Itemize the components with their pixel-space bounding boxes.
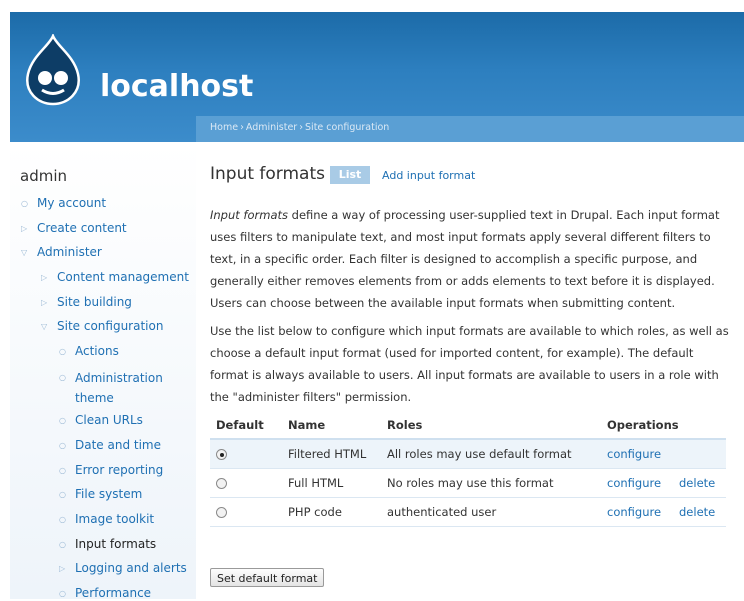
format-name: Full HTML <box>282 468 381 498</box>
default-radio-php-code[interactable] <box>216 507 227 518</box>
sidebar-item-label: Site configuration <box>57 319 164 333</box>
intro-text: define a way of processing user-supplied… <box>210 208 720 310</box>
table-header-row: Default Name Roles Operations <box>210 412 726 440</box>
leaf-bullet-icon: ○ <box>59 540 66 549</box>
sidebar-item-label: My account <box>37 196 107 210</box>
sidebar-item-error-reporting[interactable]: ○ Error reporting <box>59 463 164 478</box>
sidebar-item-administer[interactable]: ▽ Administer <box>21 245 102 260</box>
top-border <box>0 0 744 12</box>
delete-link[interactable]: delete <box>679 505 715 519</box>
delete-link[interactable]: delete <box>679 476 715 490</box>
sidebar-item-label: Performance <box>75 586 152 600</box>
tab-add-input-format[interactable]: Add input format <box>382 169 475 182</box>
leaf-bullet-icon: ○ <box>59 515 66 524</box>
operations-cell <box>673 439 726 469</box>
site-name[interactable]: localhost <box>100 69 253 104</box>
leaf-bullet-icon: ○ <box>59 441 66 450</box>
format-roles: authenticated user <box>381 497 601 527</box>
sidebar-item-file-system[interactable]: ○ File system <box>59 487 143 502</box>
column-header-name: Name <box>282 412 381 440</box>
sidebar-item-administration-theme[interactable]: ○ Administration theme <box>59 368 175 408</box>
collapsed-arrow-icon: ▷ <box>21 224 28 233</box>
sidebar-item-create-content[interactable]: ▷ Create content <box>21 221 127 236</box>
default-cell <box>210 439 282 469</box>
sidebar-item-label: Create content <box>37 221 127 235</box>
sidebar-item-label: Clean URLs <box>75 413 143 427</box>
sidebar-item-site-configuration[interactable]: ▽ Site configuration <box>41 319 164 334</box>
sidebar-item-label: File system <box>75 487 143 501</box>
input-formats-table: Default Name Roles Operations Filtered H… <box>210 412 726 527</box>
sidebar-title: admin <box>20 167 67 185</box>
sidebar-item-label: Administer <box>37 245 102 259</box>
collapsed-arrow-icon: ▷ <box>41 298 48 307</box>
intro-emphasis: Input formats <box>210 208 288 222</box>
sidebar-item-content-management[interactable]: ▷ Content management <box>41 270 189 285</box>
leaf-bullet-icon: ○ <box>59 373 66 382</box>
sidebar-item-site-building[interactable]: ▷ Site building <box>41 295 132 310</box>
breadcrumb-home[interactable]: Home <box>210 122 238 133</box>
column-header-roles: Roles <box>381 412 601 440</box>
default-radio-full-html[interactable] <box>216 478 227 489</box>
breadcrumb-separator: › <box>240 122 244 133</box>
sidebar-item-clean-urls[interactable]: ○ Clean URLs <box>59 413 143 428</box>
sidebar-item-label: Logging and alerts <box>75 561 187 575</box>
sidebar-item-logging-and-alerts[interactable]: ▷ Logging and alerts <box>59 561 187 576</box>
operations-cell: delete <box>673 497 726 527</box>
sidebar-item-actions[interactable]: ○ Actions <box>59 344 119 359</box>
tab-list[interactable]: List <box>330 166 370 184</box>
sidebar-item-label: Content management <box>57 270 189 284</box>
default-cell <box>210 468 282 498</box>
format-roles: No roles may use this format <box>381 468 601 498</box>
breadcrumb-bar: Home › Administer › Site configuration <box>196 116 744 142</box>
sidebar-item-label: Actions <box>75 344 119 358</box>
drupal-logo-icon[interactable] <box>24 34 82 106</box>
expanded-arrow-icon: ▽ <box>21 248 28 257</box>
sidebar-item-input-formats[interactable]: ○ Input formats <box>59 537 157 552</box>
column-header-operations: Operations <box>601 412 726 440</box>
main-content: Input formats List Add input format Inpu… <box>196 142 744 599</box>
format-name: Filtered HTML <box>282 439 381 469</box>
format-roles: All roles may use default format <box>381 439 601 469</box>
table-row: PHP code authenticated user configure de… <box>210 497 726 527</box>
leaf-bullet-icon: ○ <box>21 199 28 208</box>
leaf-bullet-icon: ○ <box>59 466 66 475</box>
sidebar-item-label: Administration theme <box>75 371 163 405</box>
sidebar-item-label: Error reporting <box>75 463 164 477</box>
breadcrumb-site-configuration[interactable]: Site configuration <box>305 122 389 133</box>
table-row: Filtered HTML All roles may use default … <box>210 439 726 469</box>
format-name: PHP code <box>282 497 381 527</box>
collapsed-arrow-icon: ▷ <box>41 273 48 282</box>
breadcrumb-separator: › <box>299 122 304 133</box>
sidebar-item-image-toolkit[interactable]: ○ Image toolkit <box>59 512 155 527</box>
page-title: Input formats <box>210 164 325 184</box>
operations-cell: configure <box>601 439 673 469</box>
table-row: Full HTML No roles may use this format c… <box>210 468 726 498</box>
leaf-bullet-icon: ○ <box>59 416 66 425</box>
sidebar-item-label: Site building <box>57 295 132 309</box>
sidebar-item-date-and-time[interactable]: ○ Date and time <box>59 438 161 453</box>
configure-link[interactable]: configure <box>607 505 661 519</box>
leaf-bullet-icon: ○ <box>59 347 66 356</box>
leaf-bullet-icon: ○ <box>59 490 66 499</box>
configure-link[interactable]: configure <box>607 476 661 490</box>
configure-link[interactable]: configure <box>607 447 661 461</box>
breadcrumb-administer[interactable]: Administer <box>246 122 297 133</box>
collapsed-arrow-icon: ▷ <box>59 564 66 573</box>
operations-cell: delete <box>673 468 726 498</box>
default-cell <box>210 497 282 527</box>
column-header-default: Default <box>210 412 282 440</box>
operations-cell: configure <box>601 468 673 498</box>
operations-cell: configure <box>601 497 673 527</box>
set-default-format-button[interactable]: Set default format <box>210 568 325 587</box>
intro-paragraph: Input formats define a way of processing… <box>210 204 730 314</box>
expanded-arrow-icon: ▽ <box>41 322 48 331</box>
sidebar-item-label: Date and time <box>75 438 161 452</box>
default-radio-filtered-html[interactable] <box>216 449 227 460</box>
sidebar-item-label: Input formats <box>75 537 157 551</box>
sidebar-item-label: Image toolkit <box>75 512 155 526</box>
sidebar: admin ○ My account ▷ Create content ▽ Ad… <box>10 142 196 600</box>
instructions-paragraph: Use the list below to configure which in… <box>210 324 729 404</box>
sidebar-item-my-account[interactable]: ○ My account <box>21 196 107 211</box>
breadcrumb: Home › Administer › Site configuration <box>210 122 389 133</box>
